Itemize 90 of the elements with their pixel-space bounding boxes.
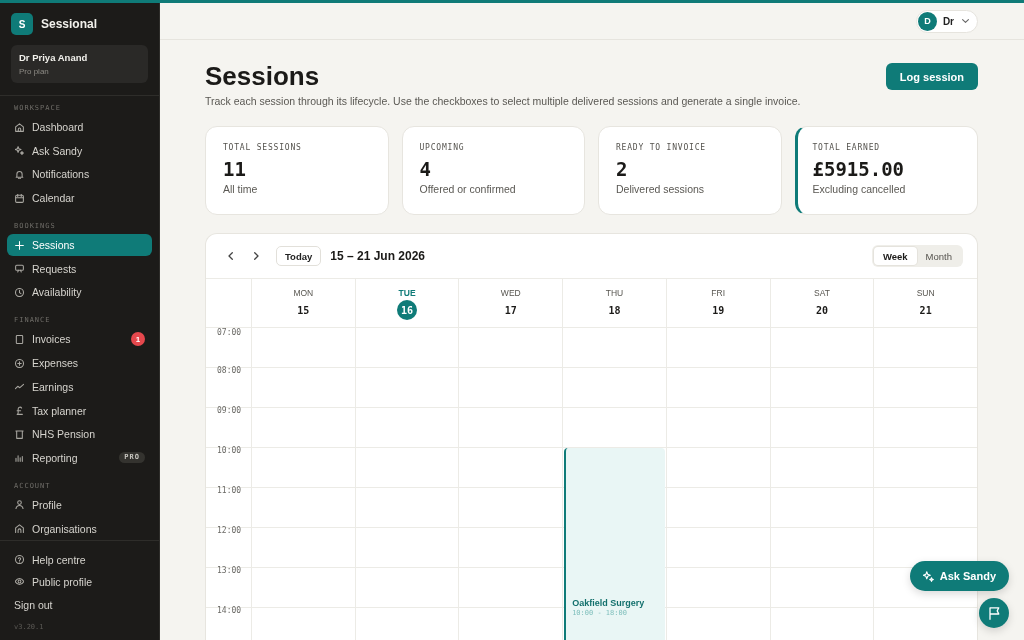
plus-icon <box>15 240 24 250</box>
building-icon <box>15 524 24 534</box>
stat-value: £5915.00 <box>812 157 904 181</box>
time-label: 13:00 <box>217 566 242 576</box>
day-number: 19 <box>711 303 726 318</box>
stat-value: 2 <box>616 157 628 181</box>
time-label: 11:00 <box>217 486 242 496</box>
sign-out-link[interactable]: Sign out <box>7 593 55 616</box>
nav-item[interactable]: Invoices 1 <box>7 328 152 351</box>
feedback-button[interactable] <box>979 598 1009 628</box>
nav-item[interactable]: Tax planner <box>7 399 152 422</box>
time-label: 07:00 <box>217 328 242 338</box>
page-title: Sessions <box>205 60 320 92</box>
stat-label: TOTAL EARNED <box>812 142 880 154</box>
date-range-label: 15 – 21 Jun 2026 <box>330 249 425 263</box>
chevron-right-icon <box>253 252 259 260</box>
stat-value: 11 <box>223 157 246 181</box>
time-label: 10:00 <box>217 446 242 456</box>
eye-icon <box>15 577 24 587</box>
bell-icon <box>15 169 24 179</box>
nav-item[interactable]: Dashboard <box>7 116 152 138</box>
day-number: 20 <box>814 303 829 318</box>
event-title: Oakfield Surgery <box>572 598 645 609</box>
time-label: 14:00 <box>217 606 242 616</box>
nav-item[interactable]: Earnings <box>7 375 152 398</box>
nav-item[interactable]: Organisations <box>7 517 152 540</box>
day-name: FRI <box>711 288 726 299</box>
nav-item[interactable]: Ask Sandy <box>7 139 152 162</box>
day-number: 21 <box>918 303 933 318</box>
plan-label: Pro plan <box>19 66 49 77</box>
stat-value: 4 <box>419 157 431 181</box>
flag-icon <box>988 606 1000 620</box>
footer-link[interactable]: Help centre <box>7 548 152 571</box>
day-name: TUE <box>398 288 416 299</box>
trend-line-icon <box>15 382 24 392</box>
stat-label: UPCOMING <box>419 142 465 154</box>
time-label: 09:00 <box>217 406 242 416</box>
day-number: 17 <box>503 303 518 318</box>
nav-item[interactable]: Requests <box>7 257 152 280</box>
day-number: 16 <box>397 300 418 320</box>
person-icon <box>15 500 24 510</box>
help-icon <box>15 555 24 565</box>
pound-icon <box>15 406 24 415</box>
bar-chart-icon <box>15 453 24 463</box>
view-tab[interactable]: Week <box>873 247 917 265</box>
chevron-down-icon <box>962 19 969 23</box>
stat-label: READY TO INVOICE <box>616 142 706 154</box>
ask-sandy-button[interactable]: Ask Sandy <box>909 561 1009 591</box>
chevron-left-icon <box>227 252 233 260</box>
day-name: WED <box>500 288 521 299</box>
nav-item[interactable]: Profile <box>7 493 152 516</box>
stat-caption: Delivered sessions <box>616 182 705 196</box>
nav-item[interactable]: Notifications <box>7 163 152 186</box>
view-tab[interactable]: Month <box>916 247 961 265</box>
nav-item[interactable]: Calendar <box>7 187 152 210</box>
stat-caption: Excluding cancelled <box>812 182 906 196</box>
page-subtitle: Track each session through its lifecycle. Use the checkboxes to select multiple delivered sessions and generate a single invoice. <box>205 94 801 108</box>
user-avatar: D <box>917 11 937 31</box>
plus-circle-icon <box>15 358 24 368</box>
app-name: Sessional <box>41 17 98 31</box>
day-name: SUN <box>916 288 935 299</box>
calendar-icon <box>15 193 24 203</box>
message-icon <box>15 264 24 274</box>
document-icon <box>15 334 24 344</box>
time-label: 08:00 <box>217 366 242 376</box>
bin-icon <box>15 429 24 439</box>
app-logo: S <box>11 13 33 35</box>
home-icon <box>15 122 24 132</box>
stat-caption: Offered or confirmed <box>419 182 516 196</box>
day-name: THU <box>605 288 624 299</box>
nav-item[interactable]: Availability <box>7 281 152 304</box>
nav-item[interactable]: NHS Pension <box>7 423 152 446</box>
day-name: MON <box>293 288 314 299</box>
stat-caption: All time <box>223 182 258 196</box>
log-session-button[interactable]: Log session <box>885 63 978 90</box>
sparkle-icon <box>922 570 934 582</box>
day-number: 18 <box>607 303 622 318</box>
account-name: Dr Priya Anand <box>19 51 88 64</box>
sparkle-icon <box>15 146 24 156</box>
count-badge: 1 <box>131 332 145 347</box>
footer-link[interactable]: Public profile <box>7 570 152 593</box>
nav-item[interactable]: Expenses <box>7 352 152 375</box>
today-button[interactable]: Today <box>276 246 322 266</box>
day-name: SAT <box>813 288 830 299</box>
clock-icon <box>15 287 24 297</box>
nav-item[interactable]: Sessions <box>7 234 152 257</box>
time-label: 12:00 <box>217 526 242 536</box>
day-number: 15 <box>296 303 311 318</box>
user-menu-button[interactable]: D Dr <box>915 9 978 33</box>
stat-label: TOTAL SESSIONS <box>223 142 302 154</box>
